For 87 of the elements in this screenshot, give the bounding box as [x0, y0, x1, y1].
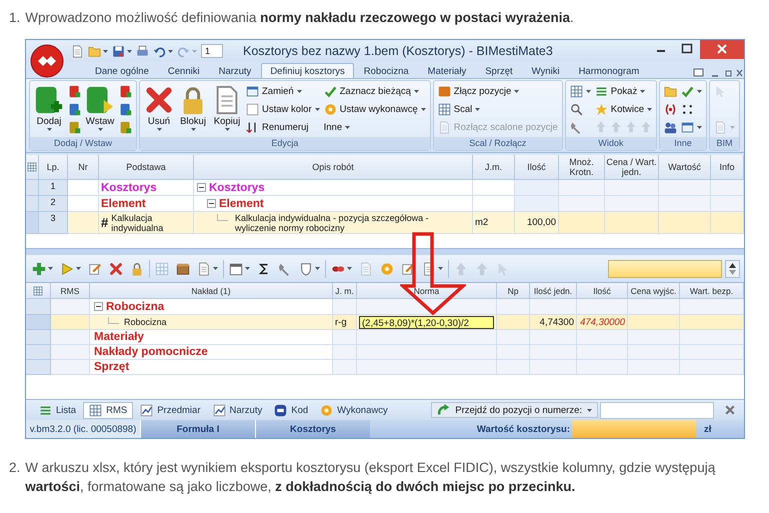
group-label: Inne — [660, 137, 706, 150]
goto-button[interactable]: Przejdź do pozycji o numerze: — [431, 402, 598, 418]
column-header[interactable]: Ilość — [577, 283, 628, 299]
version-label: v.bm3.2.0 (lic. 00050898) — [26, 420, 140, 438]
table-cell: 1 — [39, 180, 68, 196]
ribbon-button[interactable]: Złącz pozycje — [438, 83, 558, 99]
table-cell: 2 — [39, 196, 68, 212]
view-tab[interactable]: Wykonawcy — [315, 402, 393, 418]
column-header[interactable]: Lp. — [39, 155, 68, 180]
paragraph: Wprowadzono możliwość definiowania normy nakładu rzeczowego w postaci wyrażenia. — [25, 9, 574, 27]
ribbon-tab[interactable]: Materiały — [418, 63, 476, 78]
ribbon-button[interactable]: Kotwice — [594, 101, 652, 117]
list-number: 1. — [9, 9, 20, 27]
column-header[interactable]: Wartość — [659, 155, 711, 180]
cell-text: Sprzęt — [94, 361, 130, 373]
ribbon-button[interactable]: Zamień — [246, 83, 320, 99]
ribbon-button[interactable]: Zaznacz bieżącą — [324, 83, 426, 99]
ribbon-button[interactable]: Dodaj — [34, 83, 64, 131]
table-cell: m2 — [473, 212, 515, 234]
column-header[interactable]: Nr — [68, 155, 99, 180]
ribbon-button[interactable]: Pokaż — [594, 83, 652, 99]
column-header[interactable]: Opis robót — [194, 155, 473, 180]
column-header[interactable]: Np — [497, 283, 530, 299]
ribbon-tab[interactable]: Cenniki — [158, 63, 209, 78]
view-tab[interactable]: Kod — [269, 402, 314, 418]
cell-text: Kalkulacja indywidualna - pozycja szczegółowa - wyliczenie normy robocizny — [234, 212, 430, 232]
ribbon-button[interactable]: Wstaw — [85, 83, 115, 131]
column-header[interactable]: Info — [711, 155, 744, 180]
table-cell: 474,30000 — [577, 315, 628, 330]
column-header[interactable]: Mnoż. Krotn. — [559, 155, 605, 180]
paragraph: W arkuszu xlsx, który jest wynikiem eksportu kosztorysu (eksport Excel FIDIC), wszystkie kolumny, gdzie występują wartości, formatowane są jako liczbowe, z dokładnością do dwóch miejsc po przecinku. — [25, 459, 716, 496]
ribbon-button[interactable]: Scal — [438, 101, 558, 117]
table-cell: r-g — [333, 315, 357, 330]
ribbon-button[interactable]: Inne — [324, 119, 426, 135]
column-header[interactable]: RMS — [51, 283, 90, 299]
window-title: Kosztorys bez nazwy 1.bem (Kosztorys) - BIMestiMate3 — [243, 44, 553, 58]
ribbon-button[interactable]: Ustaw wykonawcę — [324, 101, 426, 117]
view-tab[interactable]: Lista — [34, 402, 82, 418]
cell-text: Robocizna — [106, 300, 164, 312]
group-label: Dodaj / Wstaw — [30, 137, 136, 150]
ribbon-tab[interactable]: Definiuj kosztorys — [261, 63, 354, 78]
view-tab[interactable]: RMS — [83, 402, 134, 418]
ribbon-tab[interactable]: Wyniki — [522, 63, 569, 78]
counter-field[interactable]: 1 — [201, 44, 224, 58]
cell-text: Materiały — [94, 331, 144, 343]
cell-text: Element — [101, 198, 146, 210]
table-cell: 100,00 — [515, 212, 559, 234]
column-header[interactable]: J.m. — [473, 155, 515, 180]
column-header[interactable]: Ilość — [515, 155, 559, 180]
ribbon-tab[interactable]: Narzuty — [210, 63, 260, 78]
column-header[interactable]: J. m. — [333, 283, 357, 299]
cell-text: Kosztorys — [101, 182, 157, 194]
cell-text: Element — [219, 198, 264, 210]
position-symbol: # — [101, 215, 108, 230]
ribbon-button[interactable]: Ustaw kolor — [246, 101, 320, 117]
status-panel: Kosztorys — [255, 420, 370, 438]
currency-label: zł — [703, 422, 712, 436]
cell-text: Kalkulacja indywidualna — [111, 212, 164, 232]
ribbon-button[interactable]: Kopiuj — [212, 83, 242, 131]
column-header[interactable]: Ilość jedn. — [530, 283, 577, 299]
total-label: Wartość kosztorysu: — [476, 422, 571, 436]
table-cell: 4,74300 — [530, 315, 577, 330]
group-label: Scal / Rozłącz — [434, 137, 562, 150]
view-tab[interactable]: Narzuty — [208, 402, 268, 418]
ribbon-tab[interactable]: Sprzęt — [476, 63, 522, 78]
cell-text: Kosztorys — [209, 182, 265, 194]
table-cell: 3 — [39, 212, 68, 234]
ribbon-button[interactable]: Usuń — [144, 83, 174, 131]
column-header[interactable]: Cena wyjśc. — [628, 283, 680, 299]
cell-text: Nakłady pomocnicze — [94, 346, 208, 358]
cell-text: Robocizna — [123, 317, 167, 327]
view-tab[interactable]: Przedmiar — [135, 402, 206, 418]
status-panel: Formuła I — [140, 420, 255, 438]
group-label: Widok — [566, 137, 656, 150]
ribbon-tab[interactable]: Robocizna — [354, 63, 418, 78]
ribbon-tab[interactable]: Dane ogólne — [86, 63, 158, 78]
column-header[interactable]: Podstawa — [99, 155, 194, 180]
ribbon-button[interactable]: Blokuj — [178, 83, 208, 131]
ribbon-tab[interactable]: Harmonogram — [570, 63, 648, 78]
group-label: Edycja — [140, 137, 430, 150]
column-header[interactable]: Nakład (1) — [90, 283, 333, 299]
column-header[interactable]: Wart. bezp. — [680, 283, 744, 299]
list-number: 2. — [9, 459, 20, 477]
ribbon-button[interactable]: Renumeruj — [246, 119, 320, 135]
group-label: BIM — [710, 137, 740, 150]
column-header[interactable]: Cena / Wart. jedn. — [605, 155, 659, 180]
norma-field[interactable]: (2,45+8,09)*(1,20-0,30)/2 — [359, 316, 494, 328]
